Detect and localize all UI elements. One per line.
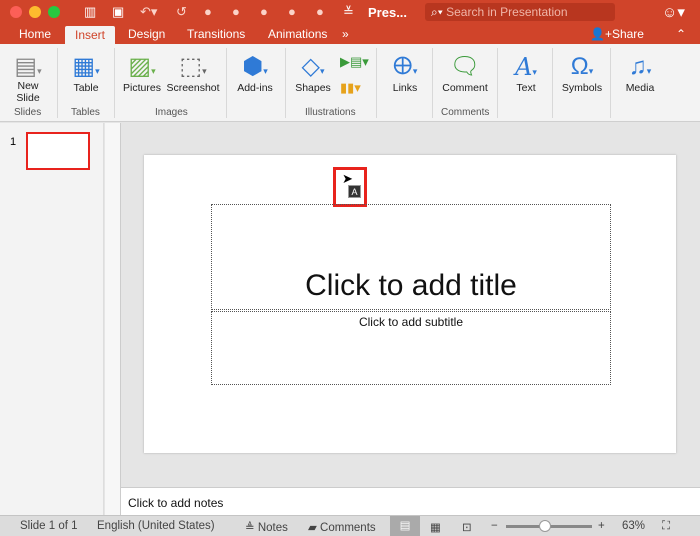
zoom-out-button[interactable]: − [491,520,498,532]
smartart-icon[interactable]: ▶▤▾ [340,54,369,70]
zoom-slider[interactable] [506,520,592,532]
quick-access-icon[interactable]: ● [204,4,212,19]
slide-sorter-button[interactable]: ▦ [430,520,441,534]
slide-thumbnail[interactable] [26,132,90,170]
chart-icon[interactable]: ▮▮▾ [340,80,361,96]
notes-pane[interactable]: Click to add notes [121,487,700,515]
divider [285,48,286,118]
links-button[interactable]: 🜨▾ Links [384,52,426,94]
zoom-window-button[interactable] [48,6,60,18]
screenshot-button[interactable]: ⬚▾ Screenshot [166,52,220,94]
quick-access-icon[interactable]: ● [316,4,324,19]
search-input[interactable]: ⌕▾ Search in Presentation [425,3,615,21]
pictures-button[interactable]: ▨▾ Pictures [120,52,164,94]
comment-icon: 🗨 [449,53,481,80]
comment-button[interactable]: 🗨 Comment [440,52,490,94]
tab-transitions[interactable]: Transitions [187,27,245,41]
quick-access-icon[interactable]: ● [288,4,296,19]
slide-thumbnails-panel: 1 [0,123,104,515]
notes-icon: ≜ [245,522,258,534]
divider [376,48,377,118]
search-icon: ⌕▾ [431,5,447,19]
account-icon[interactable]: ☺▾ [662,3,685,21]
panel-divider[interactable] [105,123,121,515]
divider [552,48,553,118]
links-icon: 🜨▾ [392,53,418,80]
symbols-icon: Ω▾ [570,53,594,80]
normal-view-button[interactable]: ▤ [390,516,420,536]
ribbon-tabs: Home Insert Design Transitions Animation… [0,24,700,44]
divider [57,48,58,118]
fit-to-window-icon[interactable]: ⛶ [662,520,670,533]
divider [226,48,227,118]
subtitle-placeholder[interactable]: Click to add subtitle [211,311,611,385]
save-icon[interactable]: ▣ [112,4,124,20]
text-box-cursor-icon: A [348,185,361,198]
status-bar: Slide 1 of 1 English (United States) ≜ N… [0,515,700,536]
new-slide-icon: ▤▾ [14,53,42,80]
pictures-icon: ▨▾ [128,53,156,80]
notes-placeholder: Click to add notes [128,496,224,510]
media-button[interactable]: ♫▾ Media [620,52,660,94]
group-label-comments: Comments [441,107,490,118]
tab-insert[interactable]: Insert [65,26,116,44]
sidebar-toggle-icon[interactable]: ▥ [84,4,96,20]
divider [114,48,115,118]
subtitle-placeholder-text: Click to add subtitle [358,315,464,329]
screenshot-icon: ⬚▾ [179,53,207,80]
tab-animations[interactable]: Animations [268,27,327,41]
text-icon: A▾ [515,53,537,81]
quick-access-icon[interactable]: ● [232,4,240,19]
tab-home[interactable]: Home [19,27,51,41]
highlight-box: ➤ A [333,167,367,207]
tab-design[interactable]: Design [128,27,165,41]
language-indicator[interactable]: English (United States) [97,520,215,532]
comments-button[interactable]: ▰ Comments [308,520,376,534]
slide-counter: Slide 1 of 1 [20,520,78,532]
title-placeholder[interactable]: Click to add title [211,204,611,310]
group-label-images: Images [155,107,188,118]
more-tabs-button[interactable]: » [342,27,349,41]
share-button[interactable]: 👤+Share [590,27,644,41]
new-slide-button[interactable]: ▤▾ New Slide [8,52,48,104]
collapse-ribbon-icon[interactable]: ⌃ [676,27,686,41]
zoom-slider-knob[interactable] [538,520,551,532]
zoom-level[interactable]: 63% [622,520,645,532]
minimize-window-button[interactable] [29,6,41,18]
group-label-tables: Tables [71,107,100,118]
slide-canvas[interactable]: ➤ A Click to add title Click to add subt… [144,155,676,453]
group-label-slides: Slides [14,107,42,118]
divider [610,48,611,118]
close-window-button[interactable] [10,6,22,18]
redo-icon[interactable]: ↺ [176,4,187,20]
shapes-button[interactable]: ◇▾ Shapes [292,52,334,94]
group-label-illustrations: Illustrations [305,107,356,118]
text-button[interactable]: A▾ Text [508,52,544,94]
notes-button[interactable]: ≜ Notes [245,520,288,534]
add-ins-icon: ⬢▾ [242,53,268,80]
zoom-in-button[interactable]: + [598,520,605,532]
window-title: Pres... [368,5,408,20]
divider [497,48,498,118]
media-icon: ♫▾ [628,53,652,80]
table-icon: ▦▾ [72,53,100,80]
comment-icon: ▰ [308,522,321,534]
slide-number: 1 [10,136,17,148]
add-ins-button[interactable]: ⬢▾ Add-ins [234,52,276,94]
add-person-icon: 👤+ [590,27,612,41]
customize-toolbar-icon[interactable]: ≚ [343,4,354,20]
divider [432,48,433,118]
quick-access-icon[interactable]: ● [260,4,268,19]
table-button[interactable]: ▦▾ Table [66,52,106,94]
title-bar: ▥ ▣ ↶▾ ↺ ● ● ● ● ● ≚ Pres... ⌕▾ Search i… [0,0,700,24]
presenter-view-button[interactable]: ⊡ [462,520,472,534]
shapes-icon: ◇▾ [301,53,325,80]
title-placeholder-text: Click to add title [305,269,517,302]
symbols-button[interactable]: Ω▾ Symbols [560,52,604,94]
undo-icon[interactable]: ↶▾ [140,4,157,20]
